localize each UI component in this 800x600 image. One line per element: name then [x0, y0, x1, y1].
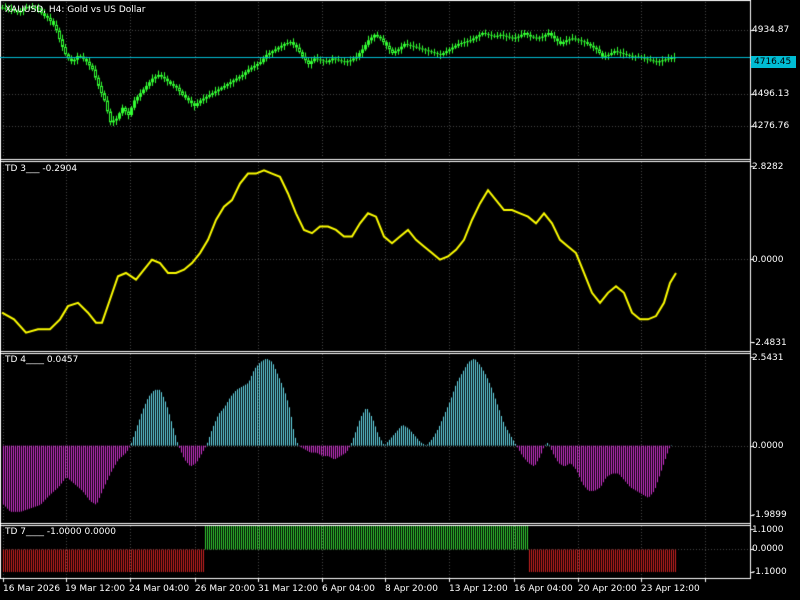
- td7-axis-min: -1.1000: [752, 567, 787, 577]
- time-label-8: 13 Apr 12:00: [449, 584, 508, 594]
- td3-title: TD 3___ -0.2904: [5, 164, 78, 174]
- td7-title: TD 7____ -1.0000 0.0000: [5, 527, 116, 537]
- price-label-2: 4496.13: [752, 89, 790, 99]
- td4-title: TD 4____ 0.0457: [5, 355, 79, 365]
- td4-axis-min: -1.9899: [752, 510, 787, 520]
- td3-axis-max: 2.8282: [752, 162, 784, 172]
- td3-axis-min: -2.4831: [752, 338, 787, 348]
- time-label-9: 16 Apr 04:00: [514, 584, 573, 594]
- price-label-3: 4276.76: [752, 121, 790, 131]
- chart-canvas[interactable]: [0, 0, 800, 600]
- td4-axis-max: 2.5431: [752, 353, 784, 363]
- symbol-title: XAUUSD, H4: Gold vs US Dollar: [5, 5, 146, 15]
- time-label-11: 23 Apr 12:00: [641, 584, 700, 594]
- time-label-6: 6 Apr 04:00: [322, 584, 375, 594]
- td7-axis-zero: 0.0000: [752, 544, 784, 554]
- td4-axis-zero: 0.0000: [752, 441, 784, 451]
- price-label-1: 4934.87: [752, 25, 790, 35]
- time-label-3: 24 Mar 04:00: [129, 584, 190, 594]
- current-price-tag: 4716.45: [751, 56, 796, 68]
- time-label-5: 31 Mar 12:00: [258, 584, 319, 594]
- time-label-7: 8 Apr 20:00: [385, 584, 438, 594]
- td3-axis-zero: 0.0000: [752, 255, 784, 265]
- td7-axis-max: 1.1000: [752, 525, 784, 535]
- time-label-2: 19 Mar 12:00: [65, 584, 126, 594]
- time-label-1: 16 Mar 2026: [3, 584, 61, 594]
- time-label-10: 20 Apr 20:00: [578, 584, 637, 594]
- time-label-4: 26 Mar 20:00: [195, 584, 256, 594]
